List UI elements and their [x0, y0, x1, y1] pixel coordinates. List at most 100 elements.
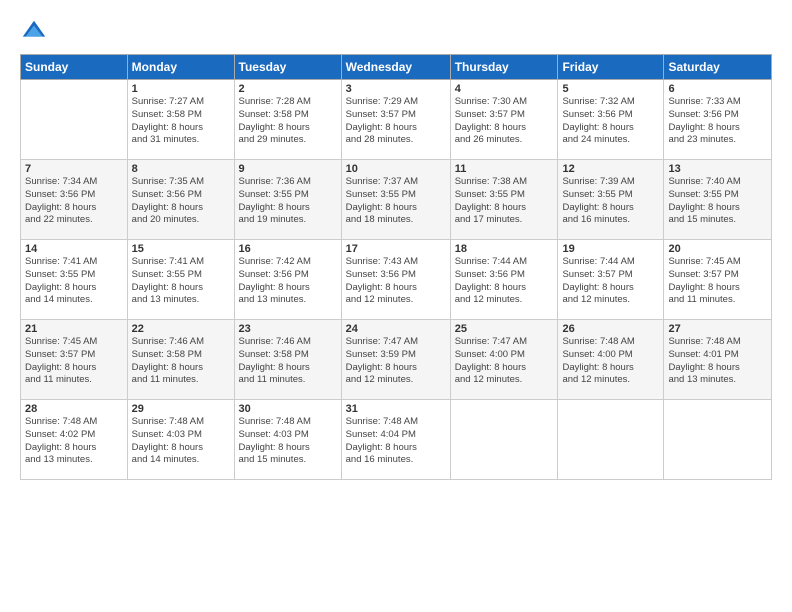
day-info: Sunrise: 7:44 AMSunset: 3:57 PMDaylight:…: [562, 256, 659, 307]
calendar-cell: [450, 400, 558, 480]
day-number: 22: [132, 323, 230, 335]
calendar-cell: 9Sunrise: 7:36 AMSunset: 3:55 PMDaylight…: [234, 160, 341, 240]
calendar-cell: 20Sunrise: 7:45 AMSunset: 3:57 PMDayligh…: [664, 240, 772, 320]
day-number: 31: [346, 403, 446, 415]
day-info: Sunrise: 7:45 AMSunset: 3:57 PMDaylight:…: [668, 256, 767, 307]
day-number: 29: [132, 403, 230, 415]
calendar-cell: 8Sunrise: 7:35 AMSunset: 3:56 PMDaylight…: [127, 160, 234, 240]
day-number: 19: [562, 243, 659, 255]
day-number: 11: [455, 163, 554, 175]
day-info: Sunrise: 7:38 AMSunset: 3:55 PMDaylight:…: [455, 176, 554, 227]
weekday-header-monday: Monday: [127, 55, 234, 80]
day-number: 8: [132, 163, 230, 175]
day-number: 6: [668, 83, 767, 95]
day-info: Sunrise: 7:39 AMSunset: 3:55 PMDaylight:…: [562, 176, 659, 227]
day-number: 14: [25, 243, 123, 255]
day-info: Sunrise: 7:47 AMSunset: 3:59 PMDaylight:…: [346, 336, 446, 387]
day-info: Sunrise: 7:46 AMSunset: 3:58 PMDaylight:…: [132, 336, 230, 387]
day-info: Sunrise: 7:47 AMSunset: 4:00 PMDaylight:…: [455, 336, 554, 387]
day-info: Sunrise: 7:48 AMSunset: 4:01 PMDaylight:…: [668, 336, 767, 387]
calendar: SundayMondayTuesdayWednesdayThursdayFrid…: [20, 54, 772, 480]
week-row-1: 1Sunrise: 7:27 AMSunset: 3:58 PMDaylight…: [21, 80, 772, 160]
day-info: Sunrise: 7:41 AMSunset: 3:55 PMDaylight:…: [132, 256, 230, 307]
logo-icon: [20, 18, 48, 46]
weekday-header-row: SundayMondayTuesdayWednesdayThursdayFrid…: [21, 55, 772, 80]
header: [20, 18, 772, 46]
day-number: 5: [562, 83, 659, 95]
day-info: Sunrise: 7:45 AMSunset: 3:57 PMDaylight:…: [25, 336, 123, 387]
day-number: 13: [668, 163, 767, 175]
calendar-cell: 21Sunrise: 7:45 AMSunset: 3:57 PMDayligh…: [21, 320, 128, 400]
calendar-cell: 25Sunrise: 7:47 AMSunset: 4:00 PMDayligh…: [450, 320, 558, 400]
calendar-cell: 29Sunrise: 7:48 AMSunset: 4:03 PMDayligh…: [127, 400, 234, 480]
calendar-cell: 10Sunrise: 7:37 AMSunset: 3:55 PMDayligh…: [341, 160, 450, 240]
calendar-cell: 5Sunrise: 7:32 AMSunset: 3:56 PMDaylight…: [558, 80, 664, 160]
day-number: 12: [562, 163, 659, 175]
day-number: 25: [455, 323, 554, 335]
weekday-header-sunday: Sunday: [21, 55, 128, 80]
day-number: 9: [239, 163, 337, 175]
day-number: 20: [668, 243, 767, 255]
calendar-cell: 7Sunrise: 7:34 AMSunset: 3:56 PMDaylight…: [21, 160, 128, 240]
page: SundayMondayTuesdayWednesdayThursdayFrid…: [0, 0, 792, 612]
day-number: 24: [346, 323, 446, 335]
day-number: 28: [25, 403, 123, 415]
day-number: 2: [239, 83, 337, 95]
calendar-cell: 16Sunrise: 7:42 AMSunset: 3:56 PMDayligh…: [234, 240, 341, 320]
weekday-header-wednesday: Wednesday: [341, 55, 450, 80]
calendar-cell: 18Sunrise: 7:44 AMSunset: 3:56 PMDayligh…: [450, 240, 558, 320]
calendar-cell: [21, 80, 128, 160]
calendar-cell: 23Sunrise: 7:46 AMSunset: 3:58 PMDayligh…: [234, 320, 341, 400]
calendar-cell: 26Sunrise: 7:48 AMSunset: 4:00 PMDayligh…: [558, 320, 664, 400]
day-info: Sunrise: 7:32 AMSunset: 3:56 PMDaylight:…: [562, 96, 659, 147]
calendar-cell: 4Sunrise: 7:30 AMSunset: 3:57 PMDaylight…: [450, 80, 558, 160]
calendar-cell: 13Sunrise: 7:40 AMSunset: 3:55 PMDayligh…: [664, 160, 772, 240]
day-number: 30: [239, 403, 337, 415]
day-number: 26: [562, 323, 659, 335]
weekday-header-friday: Friday: [558, 55, 664, 80]
day-info: Sunrise: 7:48 AMSunset: 4:00 PMDaylight:…: [562, 336, 659, 387]
day-number: 7: [25, 163, 123, 175]
day-number: 21: [25, 323, 123, 335]
week-row-5: 28Sunrise: 7:48 AMSunset: 4:02 PMDayligh…: [21, 400, 772, 480]
day-number: 23: [239, 323, 337, 335]
day-info: Sunrise: 7:48 AMSunset: 4:02 PMDaylight:…: [25, 416, 123, 467]
weekday-header-thursday: Thursday: [450, 55, 558, 80]
day-info: Sunrise: 7:44 AMSunset: 3:56 PMDaylight:…: [455, 256, 554, 307]
week-row-2: 7Sunrise: 7:34 AMSunset: 3:56 PMDaylight…: [21, 160, 772, 240]
day-info: Sunrise: 7:40 AMSunset: 3:55 PMDaylight:…: [668, 176, 767, 227]
calendar-cell: 2Sunrise: 7:28 AMSunset: 3:58 PMDaylight…: [234, 80, 341, 160]
day-info: Sunrise: 7:30 AMSunset: 3:57 PMDaylight:…: [455, 96, 554, 147]
calendar-cell: 15Sunrise: 7:41 AMSunset: 3:55 PMDayligh…: [127, 240, 234, 320]
day-info: Sunrise: 7:43 AMSunset: 3:56 PMDaylight:…: [346, 256, 446, 307]
calendar-cell: 6Sunrise: 7:33 AMSunset: 3:56 PMDaylight…: [664, 80, 772, 160]
week-row-4: 21Sunrise: 7:45 AMSunset: 3:57 PMDayligh…: [21, 320, 772, 400]
weekday-header-saturday: Saturday: [664, 55, 772, 80]
calendar-cell: 31Sunrise: 7:48 AMSunset: 4:04 PMDayligh…: [341, 400, 450, 480]
calendar-cell: 24Sunrise: 7:47 AMSunset: 3:59 PMDayligh…: [341, 320, 450, 400]
day-info: Sunrise: 7:41 AMSunset: 3:55 PMDaylight:…: [25, 256, 123, 307]
day-info: Sunrise: 7:48 AMSunset: 4:03 PMDaylight:…: [132, 416, 230, 467]
day-info: Sunrise: 7:37 AMSunset: 3:55 PMDaylight:…: [346, 176, 446, 227]
day-info: Sunrise: 7:48 AMSunset: 4:04 PMDaylight:…: [346, 416, 446, 467]
day-info: Sunrise: 7:28 AMSunset: 3:58 PMDaylight:…: [239, 96, 337, 147]
calendar-cell: 12Sunrise: 7:39 AMSunset: 3:55 PMDayligh…: [558, 160, 664, 240]
calendar-cell: 1Sunrise: 7:27 AMSunset: 3:58 PMDaylight…: [127, 80, 234, 160]
calendar-cell: [664, 400, 772, 480]
day-number: 15: [132, 243, 230, 255]
day-number: 27: [668, 323, 767, 335]
day-info: Sunrise: 7:48 AMSunset: 4:03 PMDaylight:…: [239, 416, 337, 467]
day-info: Sunrise: 7:36 AMSunset: 3:55 PMDaylight:…: [239, 176, 337, 227]
day-number: 3: [346, 83, 446, 95]
day-number: 18: [455, 243, 554, 255]
week-row-3: 14Sunrise: 7:41 AMSunset: 3:55 PMDayligh…: [21, 240, 772, 320]
day-number: 4: [455, 83, 554, 95]
day-info: Sunrise: 7:34 AMSunset: 3:56 PMDaylight:…: [25, 176, 123, 227]
weekday-header-tuesday: Tuesday: [234, 55, 341, 80]
day-info: Sunrise: 7:33 AMSunset: 3:56 PMDaylight:…: [668, 96, 767, 147]
calendar-cell: 11Sunrise: 7:38 AMSunset: 3:55 PMDayligh…: [450, 160, 558, 240]
day-info: Sunrise: 7:35 AMSunset: 3:56 PMDaylight:…: [132, 176, 230, 227]
day-info: Sunrise: 7:29 AMSunset: 3:57 PMDaylight:…: [346, 96, 446, 147]
calendar-cell: 14Sunrise: 7:41 AMSunset: 3:55 PMDayligh…: [21, 240, 128, 320]
day-number: 10: [346, 163, 446, 175]
